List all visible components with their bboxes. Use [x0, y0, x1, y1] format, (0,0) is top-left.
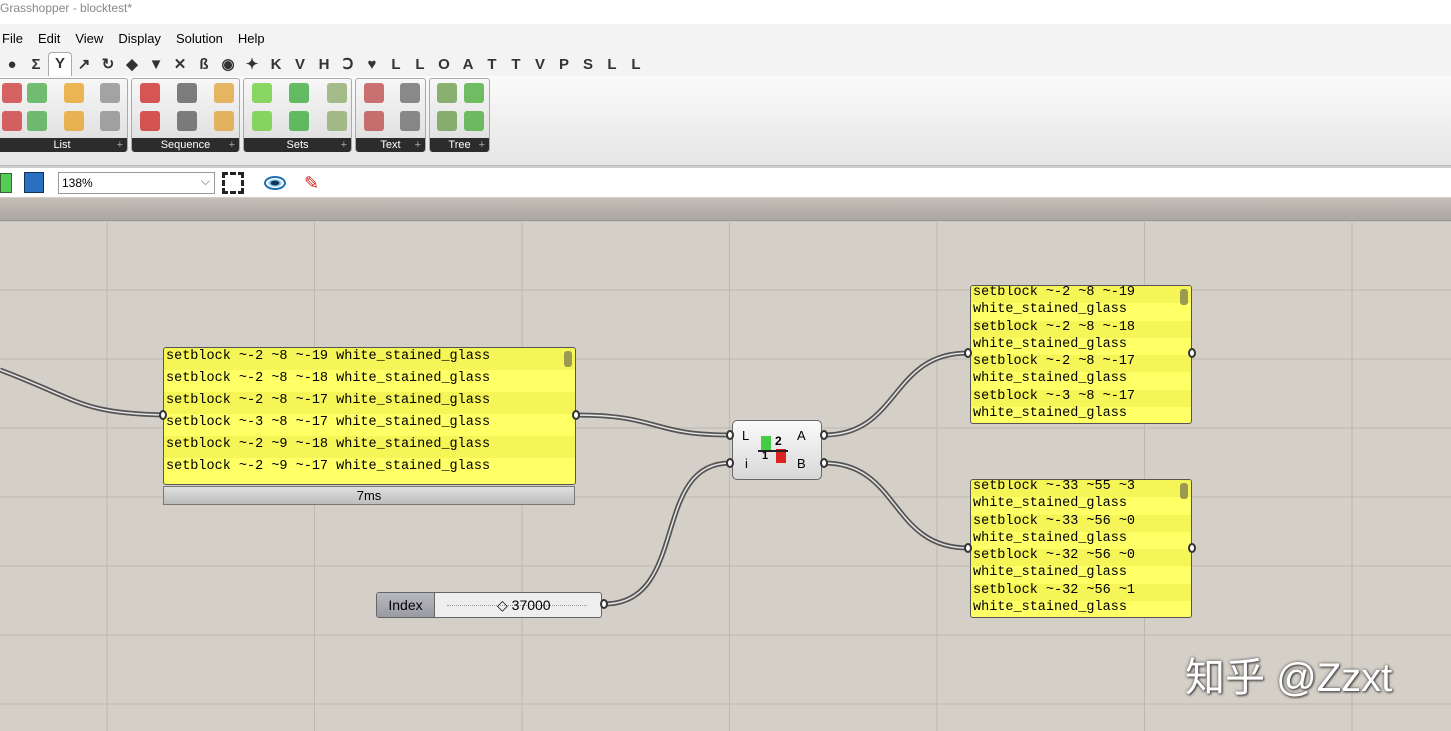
panel-row: setblock ~-2 ~9 ~-17 white_stained_glass	[166, 459, 491, 474]
grip-B[interactable]	[820, 458, 828, 468]
slider-output-grip[interactable]	[600, 599, 608, 609]
panel-main-output-grip[interactable]	[572, 410, 580, 420]
panel-row: setblock ~-2 ~8 ~-17	[971, 354, 1191, 373]
panel-b-output-grip[interactable]	[1188, 543, 1196, 553]
panel-row: setblock ~-3 ~8 ~-17	[971, 389, 1191, 407]
panel-row: setblock ~-33 ~56 ~0	[971, 514, 1191, 532]
panel-row: white_stained_glass	[973, 565, 1127, 581]
panel-row: setblock ~-3 ~8 ~-17 white_stained_glass	[166, 415, 491, 430]
panel-main-input-grip[interactable]	[159, 410, 167, 420]
panel-row: setblock ~-2 ~8 ~-18 white_stained_glass	[166, 371, 491, 386]
panel-row: setblock ~-2 ~8 ~-17 white_stained_glass	[164, 392, 575, 414]
input-L[interactable]: L	[742, 428, 749, 443]
panel-row: white_stained_glass	[973, 405, 1127, 421]
output-A[interactable]: A	[797, 428, 806, 443]
icon-label-2: 2	[775, 434, 782, 448]
slider-name: Index	[377, 593, 435, 617]
output-B[interactable]: B	[797, 456, 806, 471]
panel-row: white_stained_glass	[973, 302, 1127, 318]
panel-output-a[interactable]: setblock ~-2 ~8 ~-19 white_stained_glass…	[970, 285, 1192, 424]
panel-scrollbar[interactable]	[1180, 289, 1188, 305]
grip-A[interactable]	[820, 430, 828, 440]
panel-row: white_stained_glass	[973, 530, 1127, 546]
panel-row: setblock ~-2 ~8 ~-19 white_stained_glass	[164, 348, 575, 370]
panel-row: setblock ~-33 ~55 ~3	[971, 480, 1191, 498]
panel-b-input-grip[interactable]	[964, 543, 972, 553]
panel-row: setblock ~-2 ~8 ~-19	[971, 286, 1191, 304]
index-slider[interactable]: Index ◇ 37000	[376, 592, 602, 618]
panel-row: white_stained_glass	[973, 371, 1127, 387]
watermark: 知乎 @Zzxt	[1185, 656, 1393, 700]
panel-row: setblock ~-32 ~56 ~1	[971, 583, 1191, 601]
split-list-component[interactable]: L i A B 2 1	[732, 420, 822, 480]
panel-caption: 7ms	[163, 486, 575, 505]
panel-output-b[interactable]: setblock ~-33 ~55 ~3 white_stained_glass…	[970, 479, 1192, 618]
wire-input	[0, 367, 164, 418]
grip-L[interactable]	[726, 430, 734, 440]
grip-i[interactable]	[726, 458, 734, 468]
panel-scrollbar[interactable]	[564, 351, 572, 367]
panel-row: white_stained_glass	[973, 599, 1127, 615]
panel-row: setblock ~-2 ~8 ~-18	[971, 320, 1191, 338]
panel-row: setblock ~-2 ~9 ~-18 white_stained_glass	[164, 436, 575, 458]
wire-index-to-i	[603, 460, 731, 607]
panel-row: setblock ~-32 ~56 ~0	[971, 548, 1191, 567]
panel-main[interactable]: setblock ~-2 ~8 ~-19 white_stained_glass…	[163, 347, 576, 485]
panel-a-output-grip[interactable]	[1188, 348, 1196, 358]
icon-label-1: 1	[762, 450, 769, 462]
split-list-icon	[761, 436, 771, 450]
panel-scrollbar[interactable]	[1180, 483, 1188, 499]
input-i[interactable]: i	[745, 456, 748, 471]
panel-a-input-grip[interactable]	[964, 348, 972, 358]
slider-value[interactable]: ◇ 37000	[497, 593, 551, 617]
panel-row: white_stained_glass	[973, 336, 1127, 352]
panel-row: white_stained_glass	[973, 496, 1127, 512]
